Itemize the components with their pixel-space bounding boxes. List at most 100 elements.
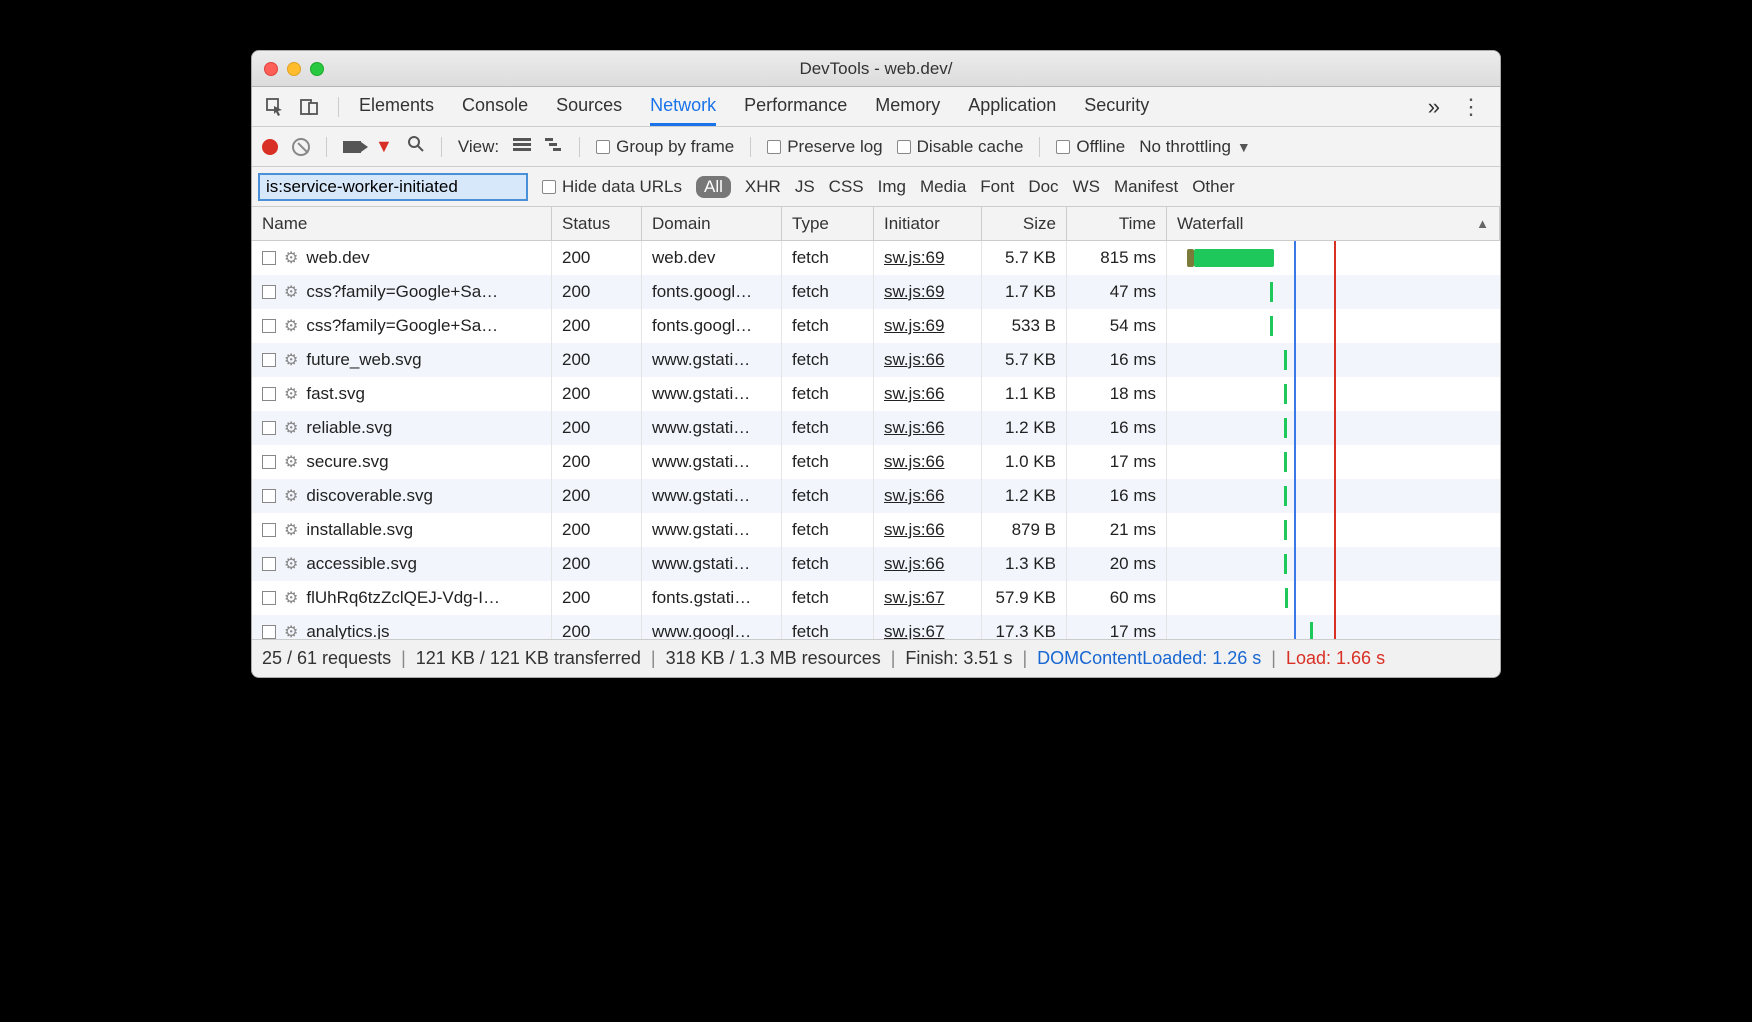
waterfall-bar: [1284, 554, 1287, 574]
table-row[interactable]: ⚙secure.svg200www.gstati…fetchsw.js:661.…: [252, 445, 1500, 479]
initiator-link[interactable]: sw.js:66: [884, 520, 944, 540]
dcl-marker: [1294, 309, 1296, 343]
table-row[interactable]: ⚙css?family=Google+Sa…200fonts.googl…fet…: [252, 309, 1500, 343]
initiator-link[interactable]: sw.js:67: [884, 622, 944, 639]
filter-type-css[interactable]: CSS: [829, 177, 864, 197]
clear-button[interactable]: [292, 138, 310, 156]
table-row[interactable]: ⚙discoverable.svg200www.gstati…fetchsw.j…: [252, 479, 1500, 513]
row-checkbox[interactable]: [262, 489, 276, 503]
load-marker: [1334, 547, 1336, 581]
initiator-link[interactable]: sw.js:66: [884, 350, 944, 370]
waterfall-bar: [1285, 588, 1288, 608]
cell-domain: www.gstati…: [642, 479, 782, 513]
offline-checkbox[interactable]: Offline: [1056, 137, 1125, 157]
tab-application[interactable]: Application: [968, 88, 1056, 126]
cell-type: fetch: [782, 241, 874, 275]
row-checkbox[interactable]: [262, 523, 276, 537]
request-name: reliable.svg: [306, 418, 392, 438]
row-checkbox[interactable]: [262, 591, 276, 605]
initiator-link[interactable]: sw.js:66: [884, 452, 944, 472]
inspect-element-icon[interactable]: [264, 96, 286, 118]
row-checkbox[interactable]: [262, 319, 276, 333]
load-marker: [1334, 581, 1336, 615]
disable-cache-checkbox[interactable]: Disable cache: [897, 137, 1024, 157]
request-name: css?family=Google+Sa…: [306, 282, 498, 302]
table-row[interactable]: ⚙css?family=Google+Sa…200fonts.googl…fet…: [252, 275, 1500, 309]
record-button[interactable]: [262, 139, 278, 155]
col-initiator[interactable]: Initiator: [874, 207, 982, 240]
more-panels-icon[interactable]: »: [1418, 94, 1450, 120]
table-row[interactable]: ⚙installable.svg200www.gstati…fetchsw.js…: [252, 513, 1500, 547]
initiator-link[interactable]: sw.js:66: [884, 486, 944, 506]
initiator-link[interactable]: sw.js:69: [884, 248, 944, 268]
filter-bar: Hide data URLs All XHR JS CSS Img Media …: [252, 167, 1500, 207]
settings-kebab-icon[interactable]: ⋮: [1450, 94, 1492, 120]
row-checkbox[interactable]: [262, 421, 276, 435]
device-toolbar-icon[interactable]: [298, 96, 320, 118]
filter-type-img[interactable]: Img: [878, 177, 906, 197]
throttling-select[interactable]: No throttling ▼: [1139, 137, 1251, 157]
row-checkbox[interactable]: [262, 285, 276, 299]
minimize-icon[interactable]: [287, 62, 301, 76]
col-size[interactable]: Size: [982, 207, 1067, 240]
col-time[interactable]: Time: [1067, 207, 1167, 240]
tab-elements[interactable]: Elements: [359, 88, 434, 126]
table-row[interactable]: ⚙accessible.svg200www.gstati…fetchsw.js:…: [252, 547, 1500, 581]
search-icon[interactable]: [407, 135, 425, 158]
filter-type-ws[interactable]: WS: [1073, 177, 1100, 197]
tab-performance[interactable]: Performance: [744, 88, 847, 126]
row-checkbox[interactable]: [262, 557, 276, 571]
cell-waterfall: [1167, 445, 1500, 479]
tab-sources[interactable]: Sources: [556, 88, 622, 126]
col-status[interactable]: Status: [552, 207, 642, 240]
filter-icon[interactable]: ▼: [375, 136, 393, 157]
request-name: installable.svg: [306, 520, 413, 540]
hide-data-urls-checkbox[interactable]: Hide data URLs: [542, 177, 682, 197]
filter-type-xhr[interactable]: XHR: [745, 177, 781, 197]
filter-type-other[interactable]: Other: [1192, 177, 1235, 197]
row-checkbox[interactable]: [262, 625, 276, 639]
table-row[interactable]: ⚙fast.svg200www.gstati…fetchsw.js:661.1 …: [252, 377, 1500, 411]
close-icon[interactable]: [264, 62, 278, 76]
tab-network[interactable]: Network: [650, 88, 716, 126]
preserve-log-checkbox[interactable]: Preserve log: [767, 137, 882, 157]
filter-type-font[interactable]: Font: [980, 177, 1014, 197]
large-rows-icon[interactable]: [513, 136, 531, 157]
tab-memory[interactable]: Memory: [875, 88, 940, 126]
filter-type-manifest[interactable]: Manifest: [1114, 177, 1178, 197]
initiator-link[interactable]: sw.js:66: [884, 384, 944, 404]
col-domain[interactable]: Domain: [642, 207, 782, 240]
col-waterfall[interactable]: Waterfall: [1167, 207, 1500, 240]
initiator-link[interactable]: sw.js:69: [884, 316, 944, 336]
filter-type-media[interactable]: Media: [920, 177, 966, 197]
row-checkbox[interactable]: [262, 387, 276, 401]
tab-security[interactable]: Security: [1084, 88, 1149, 126]
row-checkbox[interactable]: [262, 251, 276, 265]
cell-status: 200: [552, 479, 642, 513]
group-by-frame-checkbox[interactable]: Group by frame: [596, 137, 734, 157]
filter-type-doc[interactable]: Doc: [1028, 177, 1058, 197]
tab-console[interactable]: Console: [462, 88, 528, 126]
table-row[interactable]: ⚙analytics.js200www.googl…fetchsw.js:671…: [252, 615, 1500, 639]
table-row[interactable]: ⚙future_web.svg200www.gstati…fetchsw.js:…: [252, 343, 1500, 377]
initiator-link[interactable]: sw.js:69: [884, 282, 944, 302]
table-row[interactable]: ⚙web.dev200web.devfetchsw.js:695.7 KB815…: [252, 241, 1500, 275]
filter-type-all[interactable]: All: [696, 176, 731, 198]
capture-screenshots-icon[interactable]: [343, 141, 361, 153]
initiator-link[interactable]: sw.js:67: [884, 588, 944, 608]
col-type[interactable]: Type: [782, 207, 874, 240]
offline-label: Offline: [1076, 137, 1125, 157]
waterfall-view-icon[interactable]: [545, 136, 563, 157]
table-row[interactable]: ⚙reliable.svg200www.gstati…fetchsw.js:66…: [252, 411, 1500, 445]
row-checkbox[interactable]: [262, 455, 276, 469]
initiator-link[interactable]: sw.js:66: [884, 418, 944, 438]
table-row[interactable]: ⚙flUhRq6tzZclQEJ-Vdg-I…200fonts.gstati…f…: [252, 581, 1500, 615]
zoom-icon[interactable]: [310, 62, 324, 76]
col-name[interactable]: Name: [252, 207, 552, 240]
filter-type-js[interactable]: JS: [795, 177, 815, 197]
filter-input[interactable]: [258, 173, 528, 201]
cell-size: 57.9 KB: [982, 581, 1067, 615]
initiator-link[interactable]: sw.js:66: [884, 554, 944, 574]
titlebar: DevTools - web.dev/: [252, 51, 1500, 87]
row-checkbox[interactable]: [262, 353, 276, 367]
